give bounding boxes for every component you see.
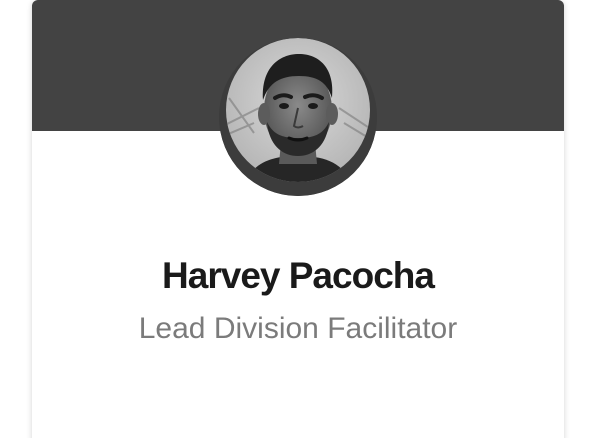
profile-card: Harvey Pacocha Lead Division Facilitator bbox=[32, 0, 564, 438]
avatar bbox=[219, 38, 377, 196]
avatar-photo-icon bbox=[219, 38, 377, 196]
profile-name: Harvey Pacocha bbox=[162, 255, 435, 296]
page: Harvey Pacocha Lead Division Facilitator bbox=[0, 0, 596, 438]
profile-job-title: Lead Division Facilitator bbox=[138, 312, 458, 345]
